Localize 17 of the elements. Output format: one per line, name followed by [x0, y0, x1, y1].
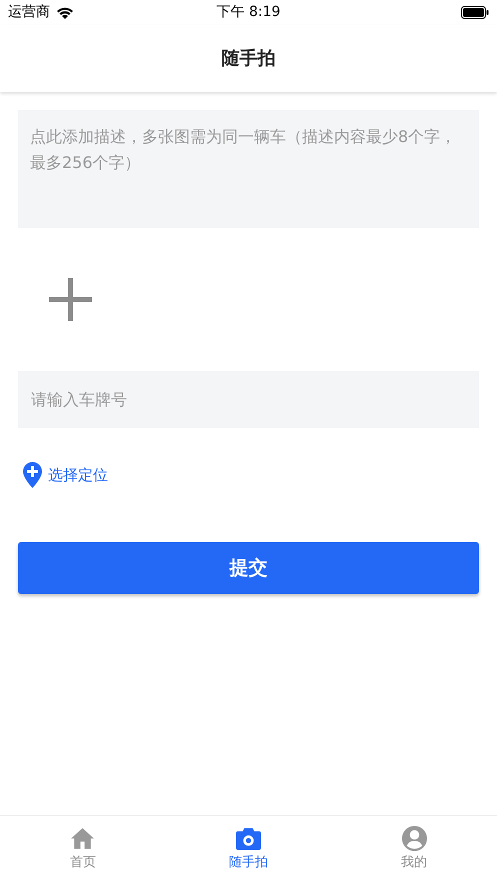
clock-time: 下午 8:19	[216, 3, 280, 22]
location-link[interactable]: 选择定位	[18, 459, 108, 491]
description-field[interactable]: 点此添加描述，多张图需为同一辆车（描述内容最少8个字，最多256个字）	[18, 110, 479, 228]
add-photo-icon[interactable]	[49, 278, 92, 321]
wifi-icon	[56, 6, 74, 20]
person-icon	[402, 826, 427, 851]
tab-item[interactable]: 随手拍	[166, 816, 332, 883]
battery-icon	[461, 6, 489, 19]
home-icon	[70, 826, 96, 851]
carrier-name: 运营商	[8, 3, 50, 22]
camera-icon	[236, 826, 261, 851]
plate-number-field[interactable]: 请输入车牌号	[18, 371, 479, 428]
page-title: 随手拍	[222, 47, 276, 71]
tab-item[interactable]: 我的	[331, 816, 497, 883]
location-pin-icon	[23, 462, 42, 488]
submit-button[interactable]: 提交	[18, 542, 479, 594]
tab-item[interactable]: 首页	[0, 816, 166, 883]
